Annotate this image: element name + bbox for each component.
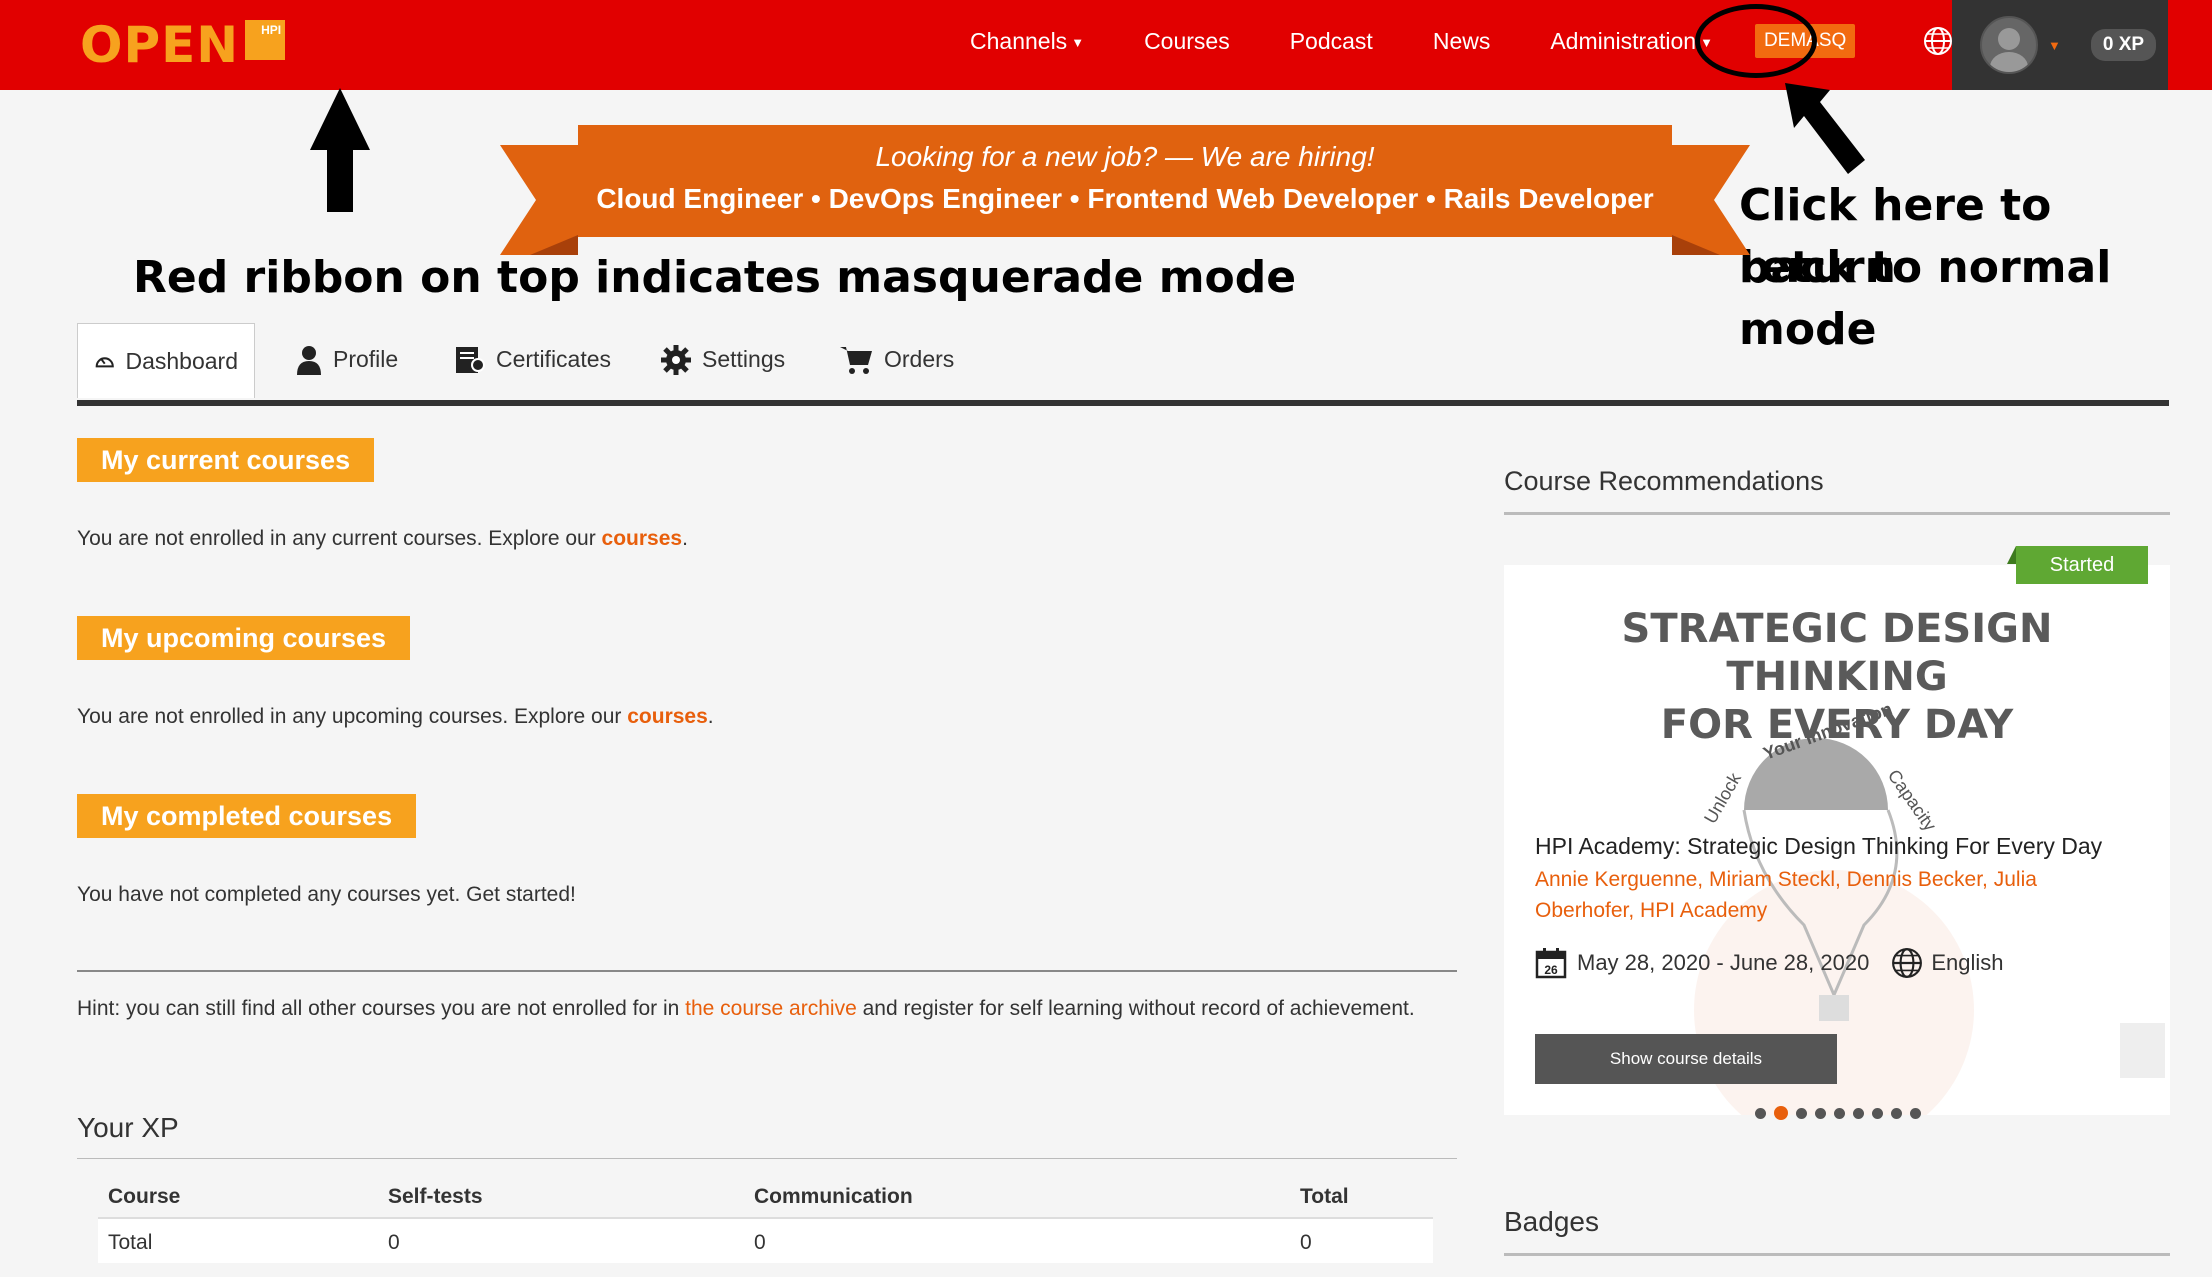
openhpi-logo[interactable]: OPEN HPI xyxy=(80,10,286,80)
course-language: English xyxy=(1931,950,2004,975)
profile-tabs: Dashboard Profile Certificates Settings xyxy=(77,323,2169,406)
course-date-range: May 28, 2020 - June 28, 2020 xyxy=(1577,950,1870,975)
current-courses-text: You are not enrolled in any current cour… xyxy=(77,527,688,550)
upcoming-courses-heading: My upcoming courses xyxy=(77,616,411,660)
table-cell: 0 xyxy=(744,1218,1290,1263)
tab-label: Profile xyxy=(333,346,399,372)
gauge-icon xyxy=(95,357,114,368)
annotation-arrow-diagonal-icon xyxy=(1785,83,1865,174)
certificate-icon xyxy=(456,346,485,373)
completed-courses-heading: My completed courses xyxy=(77,794,417,838)
banner-line2: Cloud Engineer • DevOps Engineer • Front… xyxy=(596,183,1654,214)
courses-link[interactable]: courses xyxy=(602,527,683,550)
globe-icon xyxy=(1924,27,1953,55)
logo-badge: HPI xyxy=(245,20,286,60)
banner-line1: Looking for a new job? — We are hiring! xyxy=(875,141,1375,172)
user-menu[interactable]: ▼ 0 XP xyxy=(1952,0,2168,90)
nav-menu: Channels ▼ Courses Podcast News Administr… xyxy=(940,0,2038,82)
tab-settings[interactable]: Settings xyxy=(660,323,785,396)
annotation-arrow-up-icon xyxy=(310,88,370,212)
recommendations-heading: Course Recommendations xyxy=(1504,466,1824,496)
courses-link[interactable]: courses xyxy=(627,705,708,728)
globe-icon xyxy=(1892,948,1923,978)
tab-orders[interactable]: Orders xyxy=(840,323,954,396)
tab-label: Dashboard xyxy=(125,347,238,374)
upcoming-courses-text: You are not enrolled in any upcoming cou… xyxy=(77,705,714,728)
tab-certificates[interactable]: Certificates xyxy=(454,323,611,396)
logo-text: OPEN xyxy=(80,16,240,74)
xp-table: Course Self-tests Communication Total To… xyxy=(98,1175,1433,1263)
user-icon xyxy=(297,345,321,375)
caret-down-icon: ▼ xyxy=(2048,37,2061,53)
gear-icon xyxy=(661,344,691,375)
show-course-details-button[interactable]: Show course details xyxy=(1535,1034,1837,1084)
carousel-dot[interactable] xyxy=(1755,1108,1766,1119)
xp-heading: Your XP xyxy=(77,1112,179,1143)
calendar-icon: 26 xyxy=(1535,948,1567,979)
card-banner-title: STRATEGIC DESIGN THINKING FOR EVERY DAY xyxy=(1621,606,2053,748)
nav-item-administration[interactable]: Administration ▼ xyxy=(1550,28,1713,55)
current-courses-heading: My current courses xyxy=(77,438,375,482)
carousel-dot[interactable] xyxy=(1872,1108,1883,1119)
nav-item-courses[interactable]: Courses xyxy=(1144,28,1230,55)
divider xyxy=(1504,512,2170,515)
table-cell: 0 xyxy=(1290,1218,1433,1263)
tab-label: Certificates xyxy=(496,346,612,372)
carousel-dot[interactable] xyxy=(1796,1108,1807,1119)
tab-label: Settings xyxy=(702,346,786,372)
column-header: Communication xyxy=(744,1175,1290,1219)
caret-down-icon: ▼ xyxy=(1071,34,1085,50)
course-title[interactable]: HPI Academy: Strategic Design Thinking F… xyxy=(1535,833,2102,860)
column-header: Course xyxy=(98,1175,378,1219)
carousel-dot[interactable] xyxy=(1834,1108,1845,1119)
svg-text:26: 26 xyxy=(1544,963,1558,977)
carousel-dot[interactable] xyxy=(1853,1108,1864,1119)
avatar[interactable] xyxy=(1980,16,2038,74)
table-cell: Total xyxy=(98,1218,378,1263)
hint-text: Hint: you can still find all other cours… xyxy=(77,997,1415,1020)
nav-item-news[interactable]: News xyxy=(1433,28,1491,55)
badges-heading: Badges xyxy=(1504,1206,1599,1237)
tab-label: Orders xyxy=(884,346,955,372)
svg-text:Unlock: Unlock xyxy=(1700,768,1745,827)
divider xyxy=(77,1158,1457,1159)
carousel-dot[interactable] xyxy=(1891,1108,1902,1119)
course-meta: 26 May 28, 2020 - June 28, 2020 English xyxy=(1535,947,2003,979)
table-cell: 0 xyxy=(378,1218,744,1263)
carousel-dot[interactable] xyxy=(1774,1106,1788,1120)
top-navbar: OPEN HPI Channels ▼ Courses Podcast News … xyxy=(0,0,2212,90)
course-teachers[interactable]: Annie Kerguenne, Miriam Steckl, Dennis B… xyxy=(1535,864,2095,926)
cart-icon xyxy=(840,346,872,374)
table-row: Total 0 0 0 xyxy=(98,1218,1433,1263)
hiring-banner[interactable]: Looking for a new job? — We are hiring! … xyxy=(500,125,1750,260)
tab-profile[interactable]: Profile xyxy=(295,323,398,396)
table-header-row: Course Self-tests Communication Total xyxy=(98,1175,1433,1219)
tab-dashboard[interactable]: Dashboard xyxy=(77,323,255,398)
xp-badge: 0 XP xyxy=(2090,29,2157,61)
carousel-dot[interactable] xyxy=(1910,1108,1921,1119)
course-archive-link[interactable]: the course archive xyxy=(685,997,857,1020)
divider xyxy=(77,970,1457,972)
column-header: Self-tests xyxy=(378,1175,744,1219)
badge-fold xyxy=(2007,546,2016,564)
nav-item-channels[interactable]: Channels ▼ xyxy=(970,28,1084,55)
completed-courses-text: You have not completed any courses yet. … xyxy=(77,883,576,906)
started-badge: Started xyxy=(2016,546,2148,584)
annotation-circle xyxy=(1695,4,1817,78)
carousel-dots xyxy=(1755,1106,1929,1120)
divider xyxy=(1504,1253,2170,1256)
nav-item-podcast[interactable]: Podcast xyxy=(1290,28,1373,55)
carousel-dot[interactable] xyxy=(1815,1108,1826,1119)
column-header: Total xyxy=(1290,1175,1433,1219)
